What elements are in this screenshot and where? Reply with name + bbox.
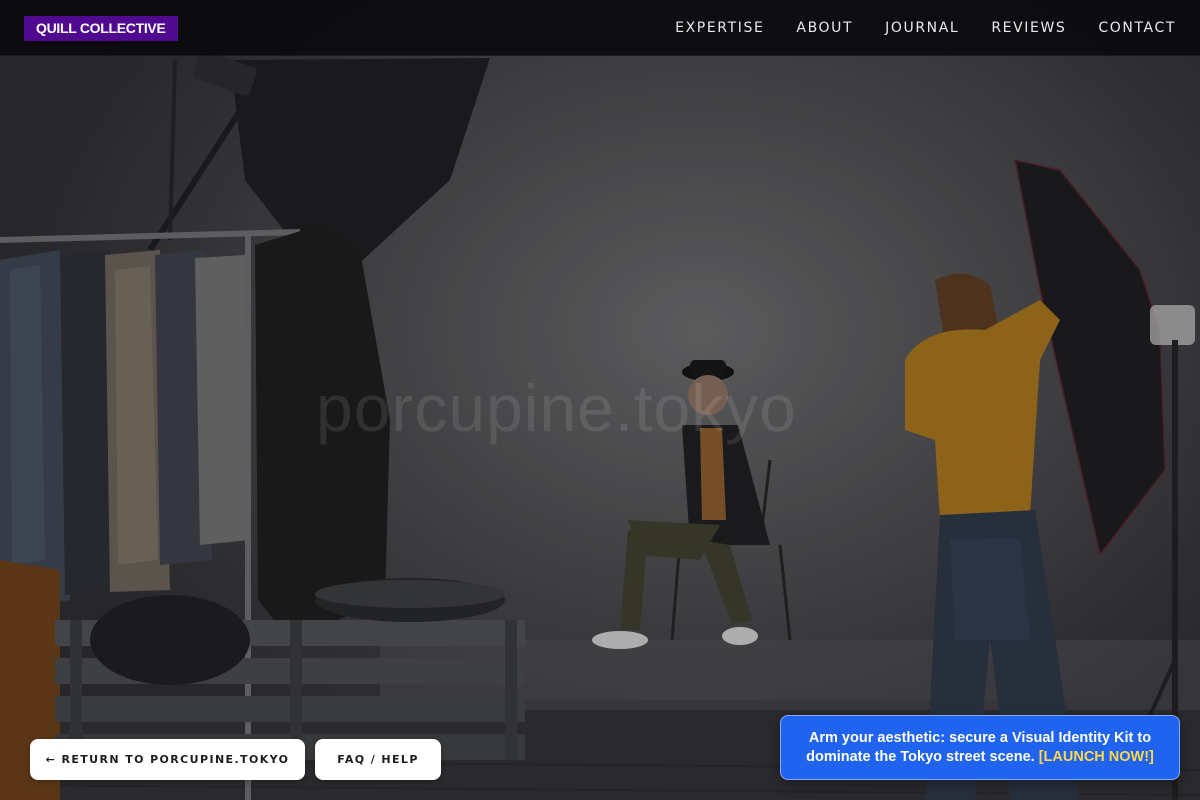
nav-journal[interactable]: JOURNAL — [885, 20, 959, 36]
faq-help-button[interactable]: FAQ / HELP — [315, 739, 441, 780]
nav-reviews[interactable]: REVIEWS — [991, 20, 1066, 36]
promo-banner[interactable]: Arm your aesthetic: secure a Visual Iden… — [780, 715, 1180, 780]
nav-contact[interactable]: CONTACT — [1098, 20, 1176, 36]
hero-background: porcupine.tokyo — [0, 0, 1200, 800]
return-button[interactable]: ← RETURN TO PORCUPINE.TOKYO — [30, 739, 305, 780]
hero-watermark: porcupine.tokyo — [316, 371, 797, 445]
main-nav: EXPERTISE ABOUT JOURNAL REVIEWS CONTACT — [675, 0, 1176, 56]
promo-launch-link[interactable]: [LAUNCH NOW!] — [1039, 749, 1154, 765]
top-navigation-bar: QUILL COLLECTIVE EXPERTISE ABOUT JOURNAL… — [0, 0, 1200, 56]
promo-text: Arm your aesthetic: secure a Visual Iden… — [795, 729, 1165, 767]
brand-logo[interactable]: QUILL COLLECTIVE — [24, 16, 178, 41]
nav-about[interactable]: ABOUT — [796, 20, 853, 36]
nav-expertise[interactable]: EXPERTISE — [675, 20, 764, 36]
